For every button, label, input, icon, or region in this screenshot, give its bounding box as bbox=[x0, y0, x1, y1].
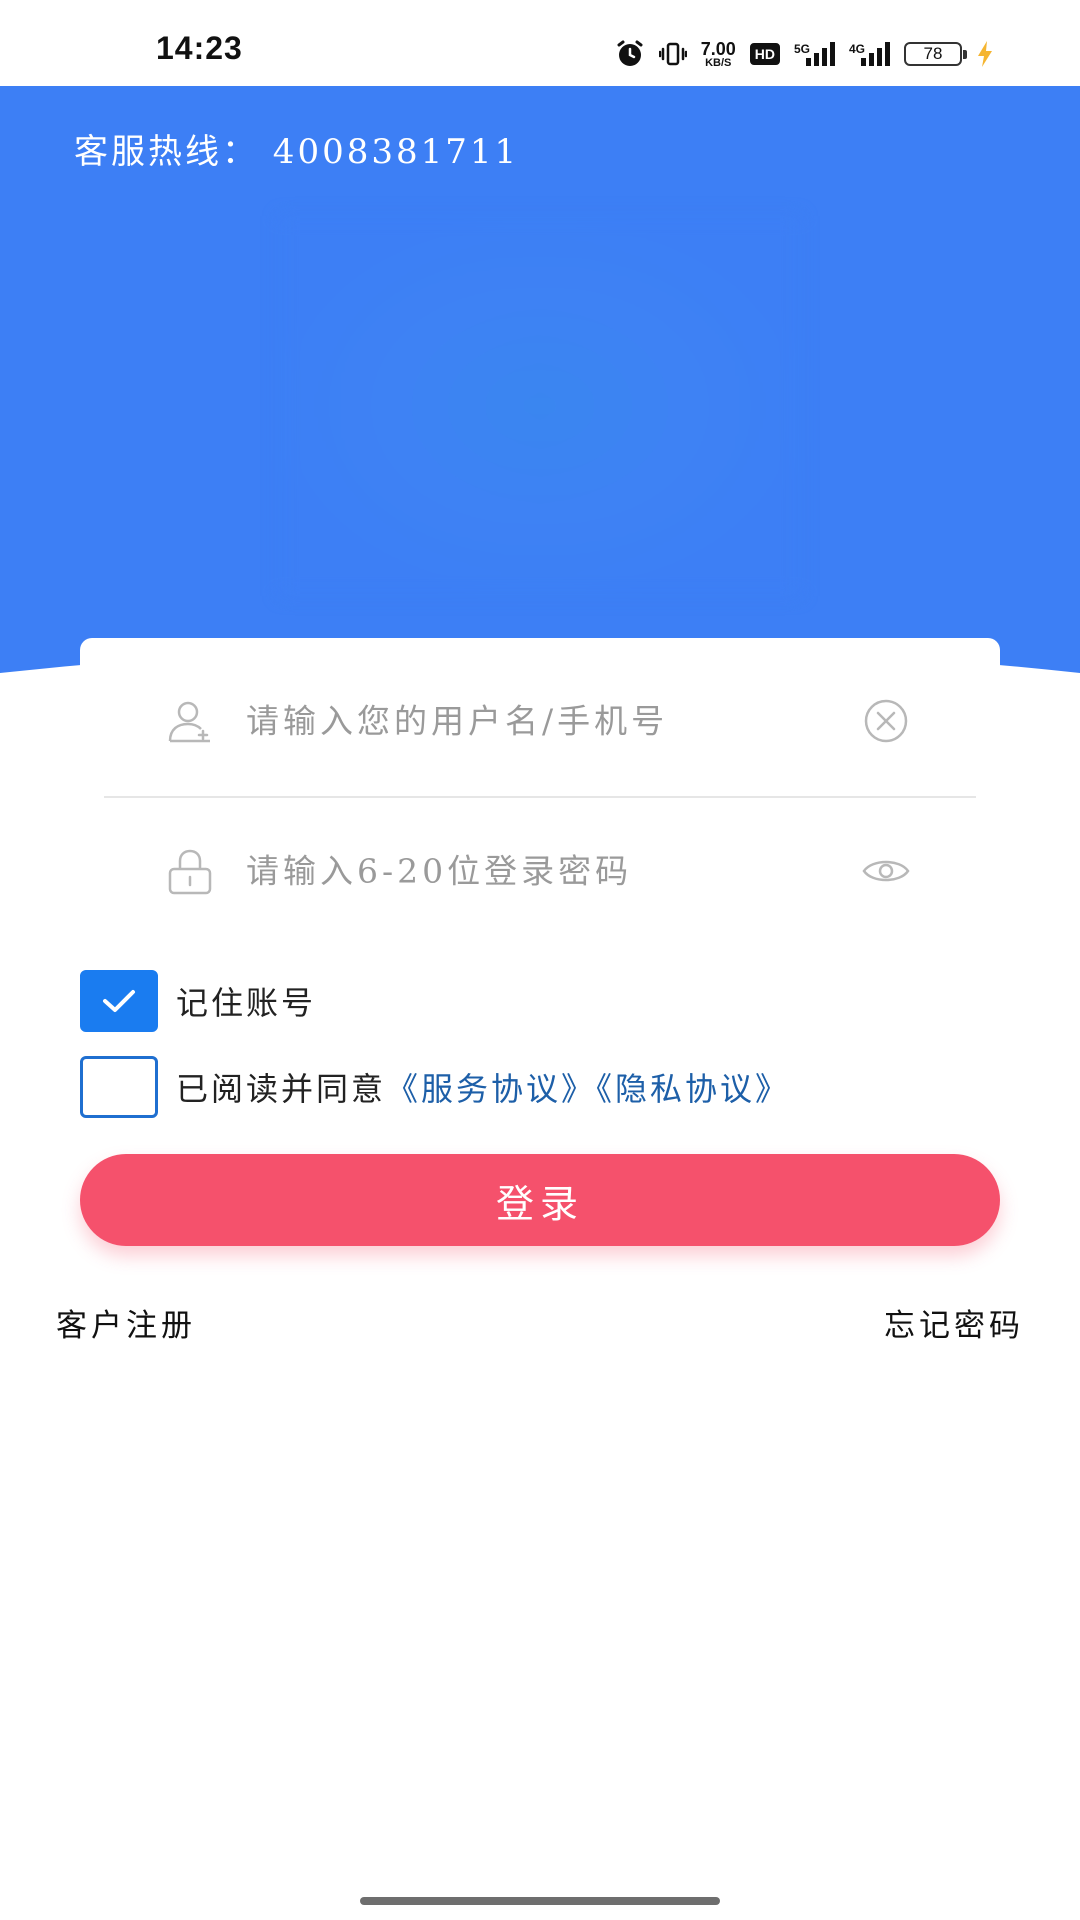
home-indicator[interactable] bbox=[360, 1897, 720, 1905]
user-icon bbox=[166, 697, 214, 745]
status-bar: 14:23 7.00 KB/S HD 5G 4G 78 bbox=[0, 0, 1080, 86]
username-field bbox=[104, 646, 976, 798]
network-speed-value: 7.00 bbox=[700, 38, 736, 59]
agreement-row: 已阅读并同意《服务协议》《隐私协议》 bbox=[80, 1056, 790, 1118]
password-input[interactable] bbox=[244, 850, 848, 892]
service-agreement-link[interactable]: 《服务协议》 bbox=[386, 1070, 596, 1108]
remember-label[interactable]: 记住账号 bbox=[176, 978, 316, 1024]
login-button[interactable]: 登录 bbox=[80, 1154, 1000, 1246]
vibrate-icon bbox=[658, 40, 687, 68]
alarm-icon bbox=[615, 39, 645, 69]
clear-icon[interactable] bbox=[862, 697, 910, 745]
remember-checkbox[interactable] bbox=[80, 970, 158, 1032]
password-field bbox=[104, 796, 976, 946]
header-banner: 客服热线： 4008381711 bbox=[0, 86, 1080, 686]
agree-label: 已阅读并同意《服务协议》《隐私协议》 bbox=[176, 1064, 790, 1110]
forgot-password-link[interactable]: 忘记密码 bbox=[884, 1300, 1024, 1345]
network-speed: 7.00 KB/S bbox=[701, 40, 736, 69]
eye-icon[interactable] bbox=[862, 847, 910, 895]
banner-image bbox=[280, 216, 800, 596]
network-speed-unit: KB/S bbox=[705, 56, 732, 69]
battery-level: 78 bbox=[923, 44, 943, 63]
lock-icon bbox=[166, 847, 214, 895]
check-icon bbox=[103, 990, 135, 1012]
signal-icon bbox=[805, 42, 835, 66]
login-card bbox=[80, 638, 1000, 918]
charging-icon bbox=[976, 40, 994, 68]
signal-4g: 4G bbox=[849, 42, 890, 66]
register-link[interactable]: 客户注册 bbox=[56, 1300, 196, 1345]
remember-row: 记住账号 bbox=[80, 970, 316, 1032]
battery-icon: 78 bbox=[904, 42, 967, 66]
status-icons: 7.00 KB/S HD 5G 4G 78 bbox=[615, 36, 994, 72]
signal-icon bbox=[861, 42, 890, 66]
agree-prefix: 已阅读并同意 bbox=[176, 1070, 387, 1108]
login-screen: 14:23 7.00 KB/S HD 5G 4G 78 客服热线： 400838… bbox=[0, 0, 1080, 1920]
service-hotline[interactable]: 客服热线： 4008381711 bbox=[74, 124, 519, 173]
agree-checkbox[interactable] bbox=[80, 1056, 158, 1118]
username-input[interactable] bbox=[244, 700, 848, 742]
signal-5g: 5G bbox=[794, 42, 835, 66]
status-time: 14:23 bbox=[156, 30, 243, 66]
hd-icon: HD bbox=[749, 43, 780, 65]
privacy-agreement-link[interactable]: 《隐私协议》 bbox=[596, 1070, 790, 1108]
